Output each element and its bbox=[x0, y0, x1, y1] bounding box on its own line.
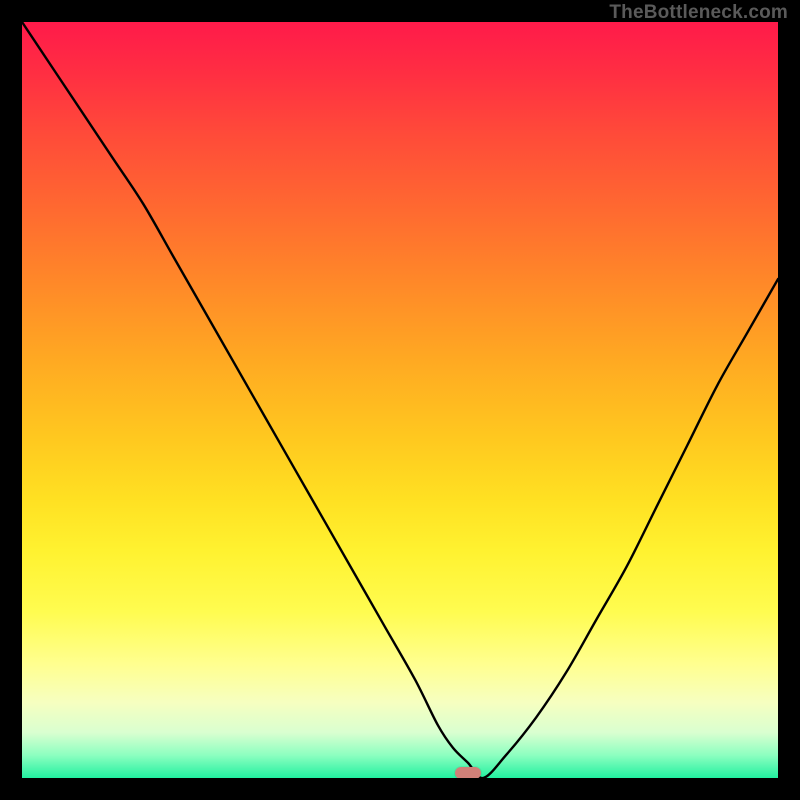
optimal-point-marker bbox=[455, 767, 481, 778]
bottleneck-curve bbox=[22, 22, 778, 778]
watermark-text: TheBottleneck.com bbox=[609, 2, 788, 24]
chart-container: TheBottleneck.com bbox=[0, 0, 800, 800]
plot-area bbox=[22, 22, 778, 778]
